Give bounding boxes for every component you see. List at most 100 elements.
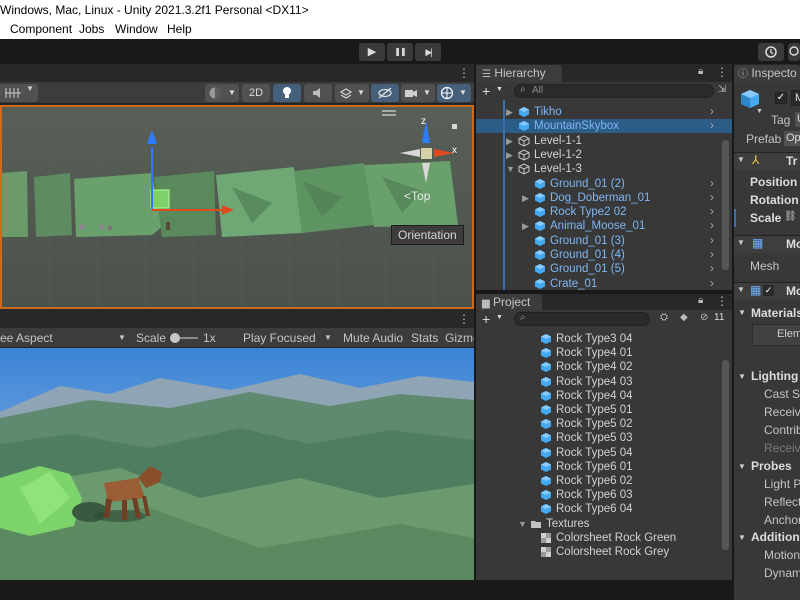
create-asset-button[interactable]: +	[482, 311, 490, 327]
mute-audio-toggle[interactable]: Mute Audio	[343, 328, 403, 348]
hierarchy-row[interactable]: ▼ Level-1-3	[476, 162, 732, 176]
menu-component[interactable]: Component	[10, 20, 72, 39]
menu-help[interactable]: Help	[167, 20, 192, 39]
shading-mode-dropdown[interactable]: ▼	[205, 84, 239, 102]
history-button[interactable]	[758, 43, 784, 61]
tab-hierarchy[interactable]: ☰ Hierarchy	[476, 65, 562, 82]
mesh-renderer-header[interactable]: ▼ ▦ ✓ Mo	[734, 282, 800, 300]
more-options-icon[interactable]: ⋮	[458, 312, 470, 326]
filter-type-icon[interactable]: ⛭	[660, 312, 668, 323]
open-prefab-chevron-icon[interactable]: ›	[710, 205, 714, 219]
hierarchy-row[interactable]: Ground_01 (2) ›	[476, 177, 732, 191]
project-row[interactable]: Rock Type5 03	[476, 431, 722, 445]
open-prefab-chevron-icon[interactable]: ›	[710, 234, 714, 248]
hierarchy-row[interactable]: MountainSkybox ›	[476, 119, 732, 133]
expand-closed-icon[interactable]: ▶	[506, 105, 513, 119]
project-row[interactable]: ▼ Textures	[476, 517, 722, 531]
hierarchy-row[interactable]: ▶ Dog_Doberman_01 ›	[476, 191, 732, 205]
scale-slider-thumb[interactable]	[170, 333, 180, 343]
search-scene-icon[interactable]: ⇲	[718, 84, 726, 95]
pause-button[interactable]: ❚❚	[387, 43, 413, 61]
aspect-dropdown[interactable]: ee Aspect	[0, 328, 53, 348]
project-row[interactable]: Rock Type6 03	[476, 488, 722, 502]
hierarchy-search-input[interactable]: ⌕ All	[514, 84, 714, 98]
audio-toggle[interactable]	[304, 84, 332, 102]
lock-icon[interactable]: 🔒︎	[698, 295, 703, 306]
project-row[interactable]: Rock Type6 02	[476, 474, 722, 488]
menu-jobs[interactable]: Jobs	[79, 20, 104, 39]
open-prefab-chevron-icon[interactable]: ›	[710, 277, 714, 290]
object-name-field[interactable]: M	[791, 90, 800, 106]
more-options-icon[interactable]: ⋮	[716, 65, 728, 79]
mesh-renderer-enabled-checkbox[interactable]: ✓	[763, 285, 774, 296]
hierarchy-row[interactable]: Ground_01 (5) ›	[476, 262, 732, 276]
hierarchy-row[interactable]: Crate_01 ›	[476, 277, 732, 290]
gizmos-dropdown[interactable]: ▼	[437, 84, 471, 102]
project-row[interactable]: Rock Type4 02	[476, 360, 722, 374]
scene-viewport[interactable]: z x <Top Orientation	[0, 105, 474, 309]
mesh-filter-header[interactable]: ▼ ▦ Mo	[734, 235, 800, 253]
gizmo-view-label[interactable]: <Top	[404, 189, 430, 203]
project-row[interactable]: Rock Type3 04	[476, 332, 722, 346]
open-prefab-chevron-icon[interactable]: ›	[710, 248, 714, 262]
lock-icon[interactable]: 🔒︎	[698, 66, 703, 77]
project-row[interactable]: Rock Type5 04	[476, 446, 722, 460]
project-row[interactable]: Rock Type5 02	[476, 417, 722, 431]
project-row[interactable]: Colorsheet Rock Grey	[476, 545, 722, 559]
active-checkbox[interactable]: ✓	[775, 92, 787, 104]
hierarchy-row[interactable]: Rock Type2 02 ›	[476, 205, 732, 219]
expand-closed-icon[interactable]: ▶	[506, 148, 513, 162]
project-search-input[interactable]: ⌕	[514, 312, 650, 326]
hierarchy-row[interactable]: Ground_01 (3) ›	[476, 234, 732, 248]
hierarchy-scrollbar[interactable]	[722, 140, 729, 270]
filter-label-icon[interactable]: ◆	[680, 312, 688, 323]
more-options-icon[interactable]: ⋮	[458, 66, 470, 80]
menu-window[interactable]: Window	[115, 20, 158, 39]
hierarchy-row[interactable]: ▶ Tikho ›	[476, 105, 732, 119]
project-row[interactable]: Rock Type5 01	[476, 403, 722, 417]
project-row[interactable]: Rock Type4 03	[476, 375, 722, 389]
open-prefab-chevron-icon[interactable]: ›	[710, 177, 714, 191]
add-object-button[interactable]: +	[482, 83, 490, 99]
open-prefab-chevron-icon[interactable]: ›	[710, 191, 714, 205]
project-row[interactable]: Rock Type4 04	[476, 389, 722, 403]
expand-closed-icon[interactable]: ▶	[522, 219, 529, 233]
toggle-2d-button[interactable]: 2D	[242, 84, 270, 102]
expand-open-icon[interactable]: ▼	[518, 517, 527, 531]
effects-dropdown[interactable]: ▼	[335, 84, 369, 102]
open-prefab-chevron-icon[interactable]: ›	[710, 219, 714, 233]
lighting-toggle[interactable]	[273, 84, 301, 102]
play-focused-dropdown[interactable]: Play Focused	[243, 328, 316, 348]
open-prefab-button[interactable]: Op	[784, 131, 800, 146]
tab-inspector[interactable]: ⓘ Inspecto	[734, 65, 800, 82]
play-button[interactable]: ▶	[359, 43, 385, 61]
transform-header[interactable]: ▼ ⅄ Tr	[734, 152, 800, 170]
game-viewport[interactable]	[0, 348, 474, 580]
project-row[interactable]: Rock Type6 04	[476, 502, 722, 516]
search-global-button[interactable]	[788, 43, 800, 61]
open-prefab-chevron-icon[interactable]: ›	[710, 119, 714, 133]
project-row[interactable]: Colorsheet Rock Green	[476, 531, 722, 545]
project-scrollbar[interactable]	[722, 360, 729, 550]
more-options-icon[interactable]: ⋮	[716, 294, 728, 308]
expand-open-icon[interactable]: ▼	[506, 162, 515, 176]
hidden-packages-icon[interactable]: ⊘	[700, 312, 708, 323]
hierarchy-row[interactable]: Ground_01 (4) ›	[476, 248, 732, 262]
hidden-objects-toggle[interactable]	[371, 84, 399, 102]
hierarchy-row[interactable]: ▶ Level-1-2	[476, 148, 732, 162]
tab-project[interactable]: ▆ Project	[476, 294, 542, 311]
camera-dropdown[interactable]: ▼	[401, 84, 435, 102]
hierarchy-row[interactable]: ▶ Level-1-1	[476, 134, 732, 148]
stats-toggle[interactable]: Stats	[411, 328, 438, 348]
open-prefab-chevron-icon[interactable]: ›	[710, 105, 714, 119]
link-icon[interactable]: ⛓	[784, 211, 797, 222]
expand-closed-icon[interactable]: ▶	[506, 134, 513, 148]
project-row[interactable]: Rock Type6 01	[476, 460, 722, 474]
expand-closed-icon[interactable]: ▶	[522, 191, 529, 205]
project-row[interactable]: Rock Type4 01	[476, 346, 722, 360]
tag-dropdown[interactable]: U	[795, 112, 800, 127]
hierarchy-row[interactable]: ▶ Animal_Moose_01 ›	[476, 219, 732, 233]
step-button[interactable]: ▶|	[415, 43, 441, 61]
open-prefab-chevron-icon[interactable]: ›	[710, 262, 714, 276]
draw-mode-dropdown[interactable]: ▼	[0, 84, 38, 102]
